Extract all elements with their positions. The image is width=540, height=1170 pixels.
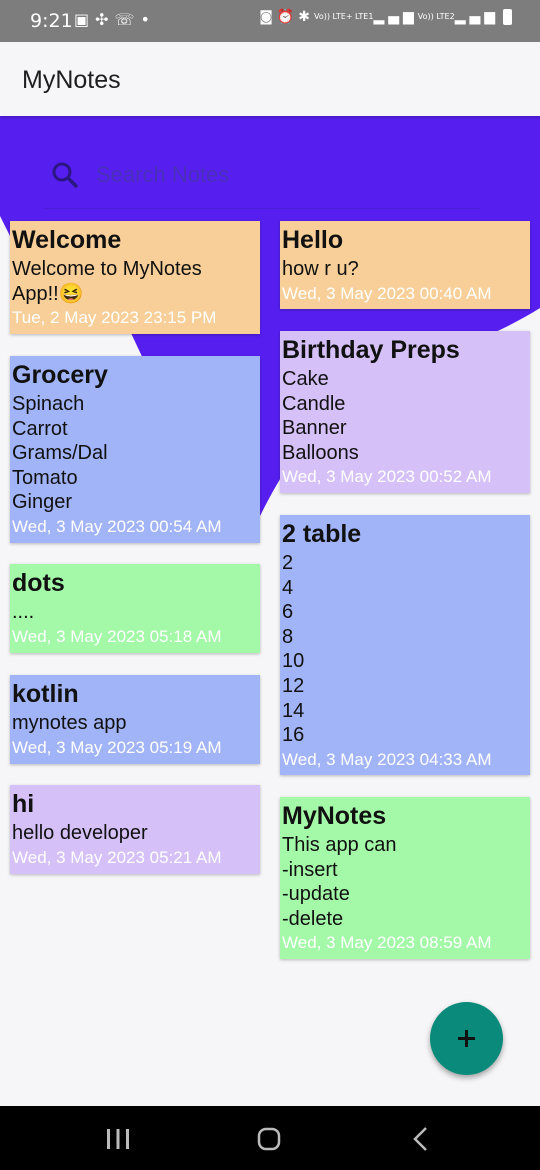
search-bar[interactable] <box>44 148 479 209</box>
note-body: Welcome to MyNotes App!!😆 <box>12 258 202 305</box>
recents-icon[interactable] <box>106 1128 130 1150</box>
note-title: dots <box>12 569 65 597</box>
note-card-welcome[interactable]: Welcome Welcome to MyNotes App!!😆 Tue, 2… <box>10 221 260 334</box>
note-body: Cake Candle Banner Balloons <box>282 368 359 464</box>
note-date: Wed, 3 May 2023 00:40 AM <box>282 283 492 303</box>
note-body: Spinach Carrot Grams/Dal Tomato Ginger <box>12 393 108 514</box>
back-icon[interactable] <box>410 1126 432 1152</box>
note-card-2-table[interactable]: 2 table 2 4 6 8 10 12 14 16 Wed, 3 May 2… <box>280 515 530 775</box>
alarm-app-icon: ◙ <box>259 9 277 25</box>
status-left-icons: ▣✣☏• <box>74 10 156 29</box>
note-date: Wed, 3 May 2023 04:33 AM <box>282 749 492 769</box>
note-title: Welcome <box>12 226 122 254</box>
fan-icon: ✣ <box>95 10 115 29</box>
note-date: Tue, 2 May 2023 23:15 PM <box>12 308 217 328</box>
note-card-mynotes[interactable]: MyNotes This app can -insert -update -de… <box>280 797 530 959</box>
app-title: MyNotes <box>22 66 121 94</box>
lte2-label: Vo)) LTE2 <box>417 12 455 21</box>
battery-icon <box>503 9 512 25</box>
note-date: Wed, 3 May 2023 05:21 AM <box>12 847 222 867</box>
bluetooth-icon: ✱ <box>298 9 314 25</box>
note-card-hello[interactable]: Hello how r u? Wed, 3 May 2023 00:40 AM <box>280 221 530 309</box>
note-title: kotlin <box>12 680 79 708</box>
missed-call-icon: ☏ <box>114 10 141 29</box>
note-date: Wed, 3 May 2023 08:59 AM <box>282 933 492 953</box>
lte1-signal-icon: ▂▄▆ <box>373 9 418 25</box>
note-body: .... <box>12 601 35 623</box>
gallery-icon: ▣ <box>74 10 96 29</box>
note-body: 2 4 6 8 10 12 14 16 <box>282 552 305 747</box>
note-body: hello developer <box>12 822 148 844</box>
app-bar: MyNotes <box>0 42 540 116</box>
note-title: 2 table <box>282 520 362 548</box>
alarm-icon: ⏰ <box>276 9 299 25</box>
dot-icon: • <box>140 10 156 29</box>
status-right-icons: ◙⏰✱Vo)) LTE+ LTE1▂▄▆Vo)) LTE2▂▄▆ <box>259 9 512 25</box>
note-card-kotlin[interactable]: kotlin mynotes app Wed, 3 May 2023 05:19… <box>10 675 260 764</box>
add-note-button[interactable] <box>430 1002 503 1075</box>
note-body: mynotes app <box>12 712 127 734</box>
note-body: how r u? <box>282 258 359 280</box>
lte1-label: Vo)) LTE+ LTE1 <box>313 12 374 21</box>
home-icon[interactable] <box>257 1127 281 1151</box>
search-input[interactable] <box>94 158 468 192</box>
note-card-grocery[interactable]: Grocery Spinach Carrot Grams/Dal Tomato … <box>10 356 260 543</box>
note-title: Birthday Preps <box>282 336 460 364</box>
search-icon <box>52 162 78 188</box>
note-card-hi[interactable]: hi hello developer Wed, 3 May 2023 05:21… <box>10 785 260 874</box>
note-date: Wed, 3 May 2023 05:18 AM <box>12 626 222 646</box>
system-nav-bar <box>0 1106 540 1170</box>
status-time: 9:21 <box>30 10 73 32</box>
note-body: This app can -insert -update -delete <box>282 834 397 930</box>
lte2-signal-icon: ▂▄▆ <box>454 9 499 25</box>
note-title: Grocery <box>12 361 108 389</box>
note-date: Wed, 3 May 2023 00:54 AM <box>12 516 222 536</box>
note-date: Wed, 3 May 2023 00:52 AM <box>282 467 492 487</box>
note-date: Wed, 3 May 2023 05:19 AM <box>12 737 222 757</box>
plus-icon <box>458 1030 475 1047</box>
note-card-dots[interactable]: dots .... Wed, 3 May 2023 05:18 AM <box>10 564 260 653</box>
note-card-birthday-preps[interactable]: Birthday Preps Cake Candle Banner Balloo… <box>280 331 530 493</box>
note-title: Hello <box>282 226 344 254</box>
status-bar: 9:21 ▣✣☏• ◙⏰✱Vo)) LTE+ LTE1▂▄▆Vo)) LTE2▂… <box>0 0 540 42</box>
note-title: hi <box>12 790 35 818</box>
note-title: MyNotes <box>282 802 387 830</box>
